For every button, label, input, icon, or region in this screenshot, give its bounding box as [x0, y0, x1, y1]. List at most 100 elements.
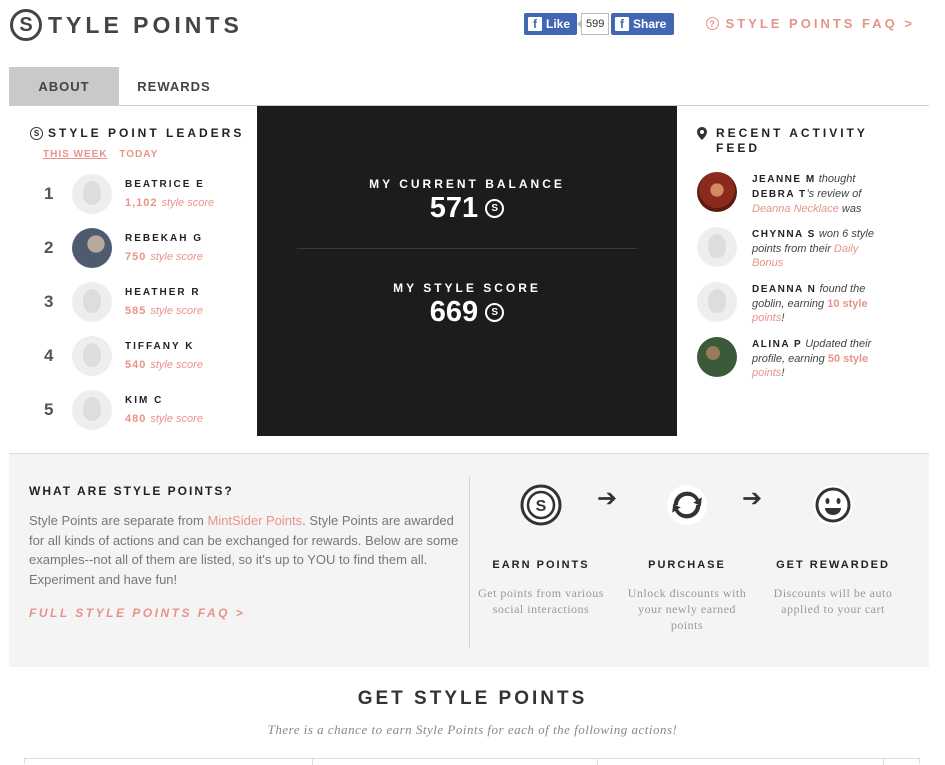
leader-row[interactable]: 2 REBEKAH G 750 style score	[30, 228, 203, 268]
activity-link[interactable]: Deanna Necklace	[752, 203, 839, 215]
leaders-panel: S STYLE POINT LEADERS THIS WEEK TODAY 1 …	[30, 126, 250, 430]
step-rewarded: GET REWARDED Discounts will be auto appl…	[768, 484, 898, 617]
avatar[interactable]	[697, 172, 737, 212]
activity-link: points	[752, 312, 782, 324]
coin-icon: S	[485, 199, 505, 218]
activity-text: was	[838, 203, 862, 215]
period-today[interactable]: TODAY	[119, 149, 158, 160]
step-desc: Get points from various social interacti…	[478, 586, 604, 616]
grid-divider	[883, 759, 884, 765]
facebook-like-button[interactable]: f Like	[524, 13, 578, 35]
current-balance-value: 571	[429, 192, 479, 224]
activity-item: JEANNE M thought DEBRA T's review of Dea…	[697, 172, 892, 216]
tab-bar: ABOUT REWARDS	[9, 67, 929, 106]
activity-user[interactable]: CHYNNA S	[752, 229, 816, 240]
facebook-icon: f	[528, 17, 542, 31]
logo-text: TYLE POINTS	[48, 11, 243, 38]
coin-icon: S	[30, 127, 43, 140]
activity-text: 's review of	[806, 188, 862, 200]
leader-score-value: 540	[125, 359, 147, 371]
arrow-right-icon: ➔	[597, 485, 618, 512]
leader-score-value: 1,102	[125, 197, 158, 209]
avatar	[72, 282, 112, 322]
facebook-share-button[interactable]: f Share	[611, 13, 675, 35]
activity-text: thought	[815, 173, 856, 185]
coin-icon: S	[520, 484, 562, 526]
leader-rank: 4	[44, 346, 54, 365]
tab-about[interactable]: ABOUT	[9, 67, 119, 105]
facebook-like-count: 599	[576, 13, 610, 35]
leader-row[interactable]: 1 BEATRICE E 1,102 style score	[30, 174, 214, 214]
style-score-value: 669	[429, 296, 479, 328]
what-title: WHAT ARE STYLE POINTS?	[29, 484, 234, 498]
svg-text:S: S	[536, 498, 547, 515]
activity-feed: RECENT ACTIVITY FEED JEANNE M thought DE…	[697, 126, 897, 379]
leader-row[interactable]: 3 HEATHER R 585 style score	[30, 282, 203, 322]
activity-user[interactable]: ALINA P	[752, 339, 802, 350]
facebook-share-widget: f Share	[611, 13, 675, 35]
activity-item: DEANNA N found the goblin, earning 10 st…	[697, 282, 892, 325]
avatar[interactable]	[697, 337, 737, 377]
leader-score-value: 480	[125, 413, 147, 425]
location-pin-icon	[697, 127, 707, 140]
leader-name: HEATHER R	[125, 287, 201, 298]
divider	[297, 248, 637, 249]
leader-name: KIM C	[125, 395, 164, 406]
activity-user[interactable]: DEBRA T	[752, 189, 807, 200]
step-title: GET REWARDED	[776, 559, 890, 571]
avatar[interactable]	[697, 282, 737, 322]
facebook-like-label: Like	[546, 17, 571, 31]
period-tabs: THIS WEEK TODAY	[43, 149, 250, 160]
smiley-icon	[812, 484, 854, 526]
mintsider-points-link[interactable]: MintSider Points	[207, 513, 302, 528]
arrow-right-icon: ➔	[742, 485, 763, 512]
activity-title-text: RECENT ACTIVITY FEED	[716, 126, 868, 155]
refresh-icon	[666, 484, 708, 526]
leader-score-value: 585	[125, 305, 147, 317]
leader-score-label: style score	[150, 413, 203, 425]
avatar	[72, 390, 112, 430]
coin-icon: S	[485, 303, 505, 322]
tab-rewards[interactable]: REWARDS	[119, 67, 229, 105]
get-style-points-title: GET STYLE POINTS	[357, 688, 588, 709]
leader-name: REBEKAH G	[125, 233, 204, 244]
leaders-title-text: STYLE POINT LEADERS	[48, 126, 245, 140]
activity-user[interactable]: JEANNE M	[752, 174, 816, 185]
leader-name: BEATRICE E	[125, 179, 205, 190]
style-score-label: MY STYLE SCORE	[393, 281, 541, 295]
leader-name: TIFFANY K	[125, 341, 195, 352]
faq-link[interactable]: ? STYLE POINTS FAQ >	[705, 16, 915, 31]
step-earn: S EARN POINTS Get points from various so…	[476, 484, 606, 617]
get-style-points-subtitle: There is a chance to earn Style Points f…	[267, 722, 678, 737]
leader-rank: 2	[44, 238, 54, 257]
activity-title: RECENT ACTIVITY FEED	[697, 126, 897, 156]
current-balance: 571 S	[257, 192, 677, 225]
avatar[interactable]	[697, 227, 737, 267]
style-score: 669 S	[257, 296, 677, 329]
activity-link: points	[752, 367, 782, 379]
activity-text: !	[781, 312, 785, 324]
leader-row[interactable]: 5 KIM C 480 style score	[30, 390, 203, 430]
activity-points: 10 style	[827, 298, 868, 310]
facebook-icon: f	[615, 17, 629, 31]
logo-mark: S	[10, 9, 42, 41]
actions-grid	[24, 758, 920, 765]
divider	[469, 476, 470, 648]
step-desc: Unlock discounts with your newly earned …	[627, 586, 747, 632]
grid-divider	[597, 759, 598, 765]
logo[interactable]: S TYLE POINTS	[10, 9, 243, 41]
what-body-text: Style Points are separate from	[29, 513, 208, 528]
activity-user[interactable]: DEANNA N	[752, 284, 816, 295]
full-faq-link[interactable]: FULL STYLE POINTS FAQ >	[29, 606, 469, 620]
step-title: PURCHASE	[648, 559, 726, 571]
activity-item: ALINA P Updated their profile, earning 5…	[697, 337, 892, 380]
leader-row[interactable]: 4 TIFFANY K 540 style score	[30, 336, 203, 376]
activity-text: !	[781, 367, 785, 379]
leader-score-label: style score	[150, 251, 203, 263]
period-this-week[interactable]: THIS WEEK	[43, 149, 108, 160]
what-section: WHAT ARE STYLE POINTS? Style Points are …	[9, 453, 929, 667]
step-purchase: PURCHASE Unlock discounts with your newl…	[622, 484, 752, 633]
balance-panel: MY CURRENT BALANCE 571 S MY STYLE SCORE …	[257, 106, 677, 436]
avatar	[72, 174, 112, 214]
faq-link-label: STYLE POINTS FAQ >	[725, 16, 915, 31]
